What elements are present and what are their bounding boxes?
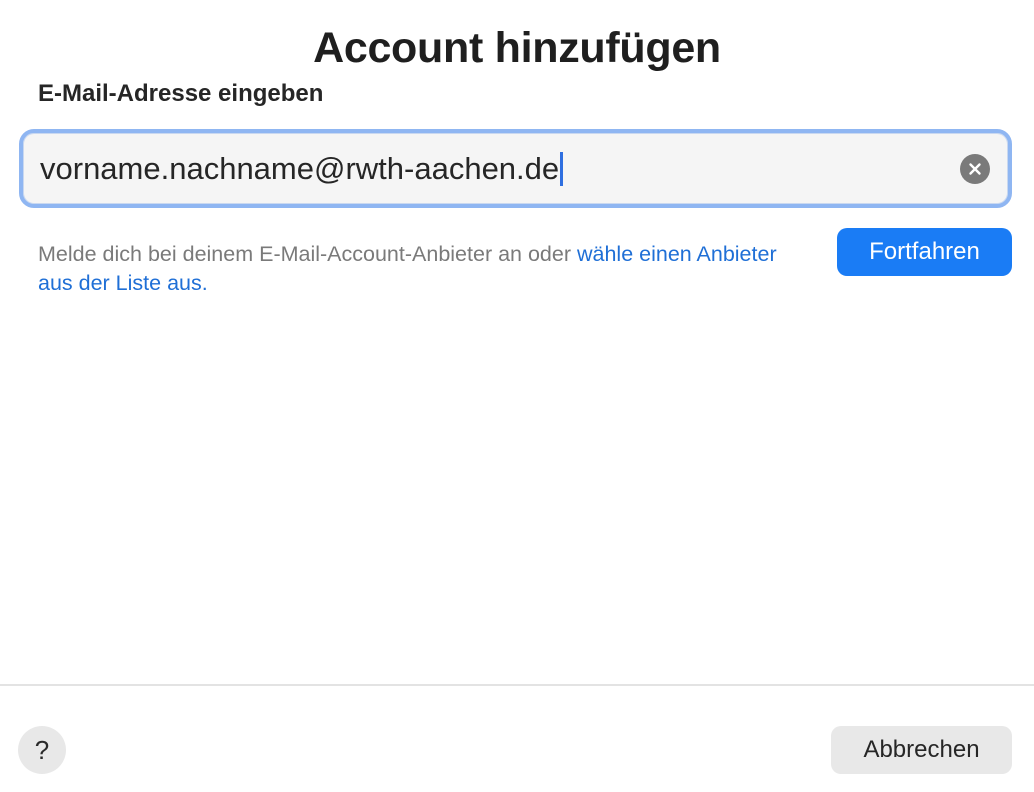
footer-divider <box>0 684 1034 686</box>
help-button[interactable]: ? <box>18 726 66 774</box>
close-icon <box>969 163 981 175</box>
email-input-text: vorname.nachname@rwth-aachen.de <box>40 151 560 186</box>
provider-hint: Melde dich bei deinem E-Mail-Account-Anb… <box>38 240 798 297</box>
email-input-value[interactable]: vorname.nachname@rwth-aachen.de <box>40 151 564 187</box>
text-cursor <box>560 152 564 186</box>
provider-hint-text: Melde dich bei deinem E-Mail-Account-Anb… <box>38 242 577 266</box>
clear-icon[interactable] <box>960 154 990 184</box>
dialog-title: Account hinzufügen <box>313 24 721 72</box>
email-field-label: E-Mail-Adresse eingeben <box>38 80 324 107</box>
cancel-button[interactable]: Abbrechen <box>831 726 1012 774</box>
email-field[interactable]: vorname.nachname@rwth-aachen.de <box>19 129 1012 208</box>
continue-button[interactable]: Fortfahren <box>837 228 1012 276</box>
